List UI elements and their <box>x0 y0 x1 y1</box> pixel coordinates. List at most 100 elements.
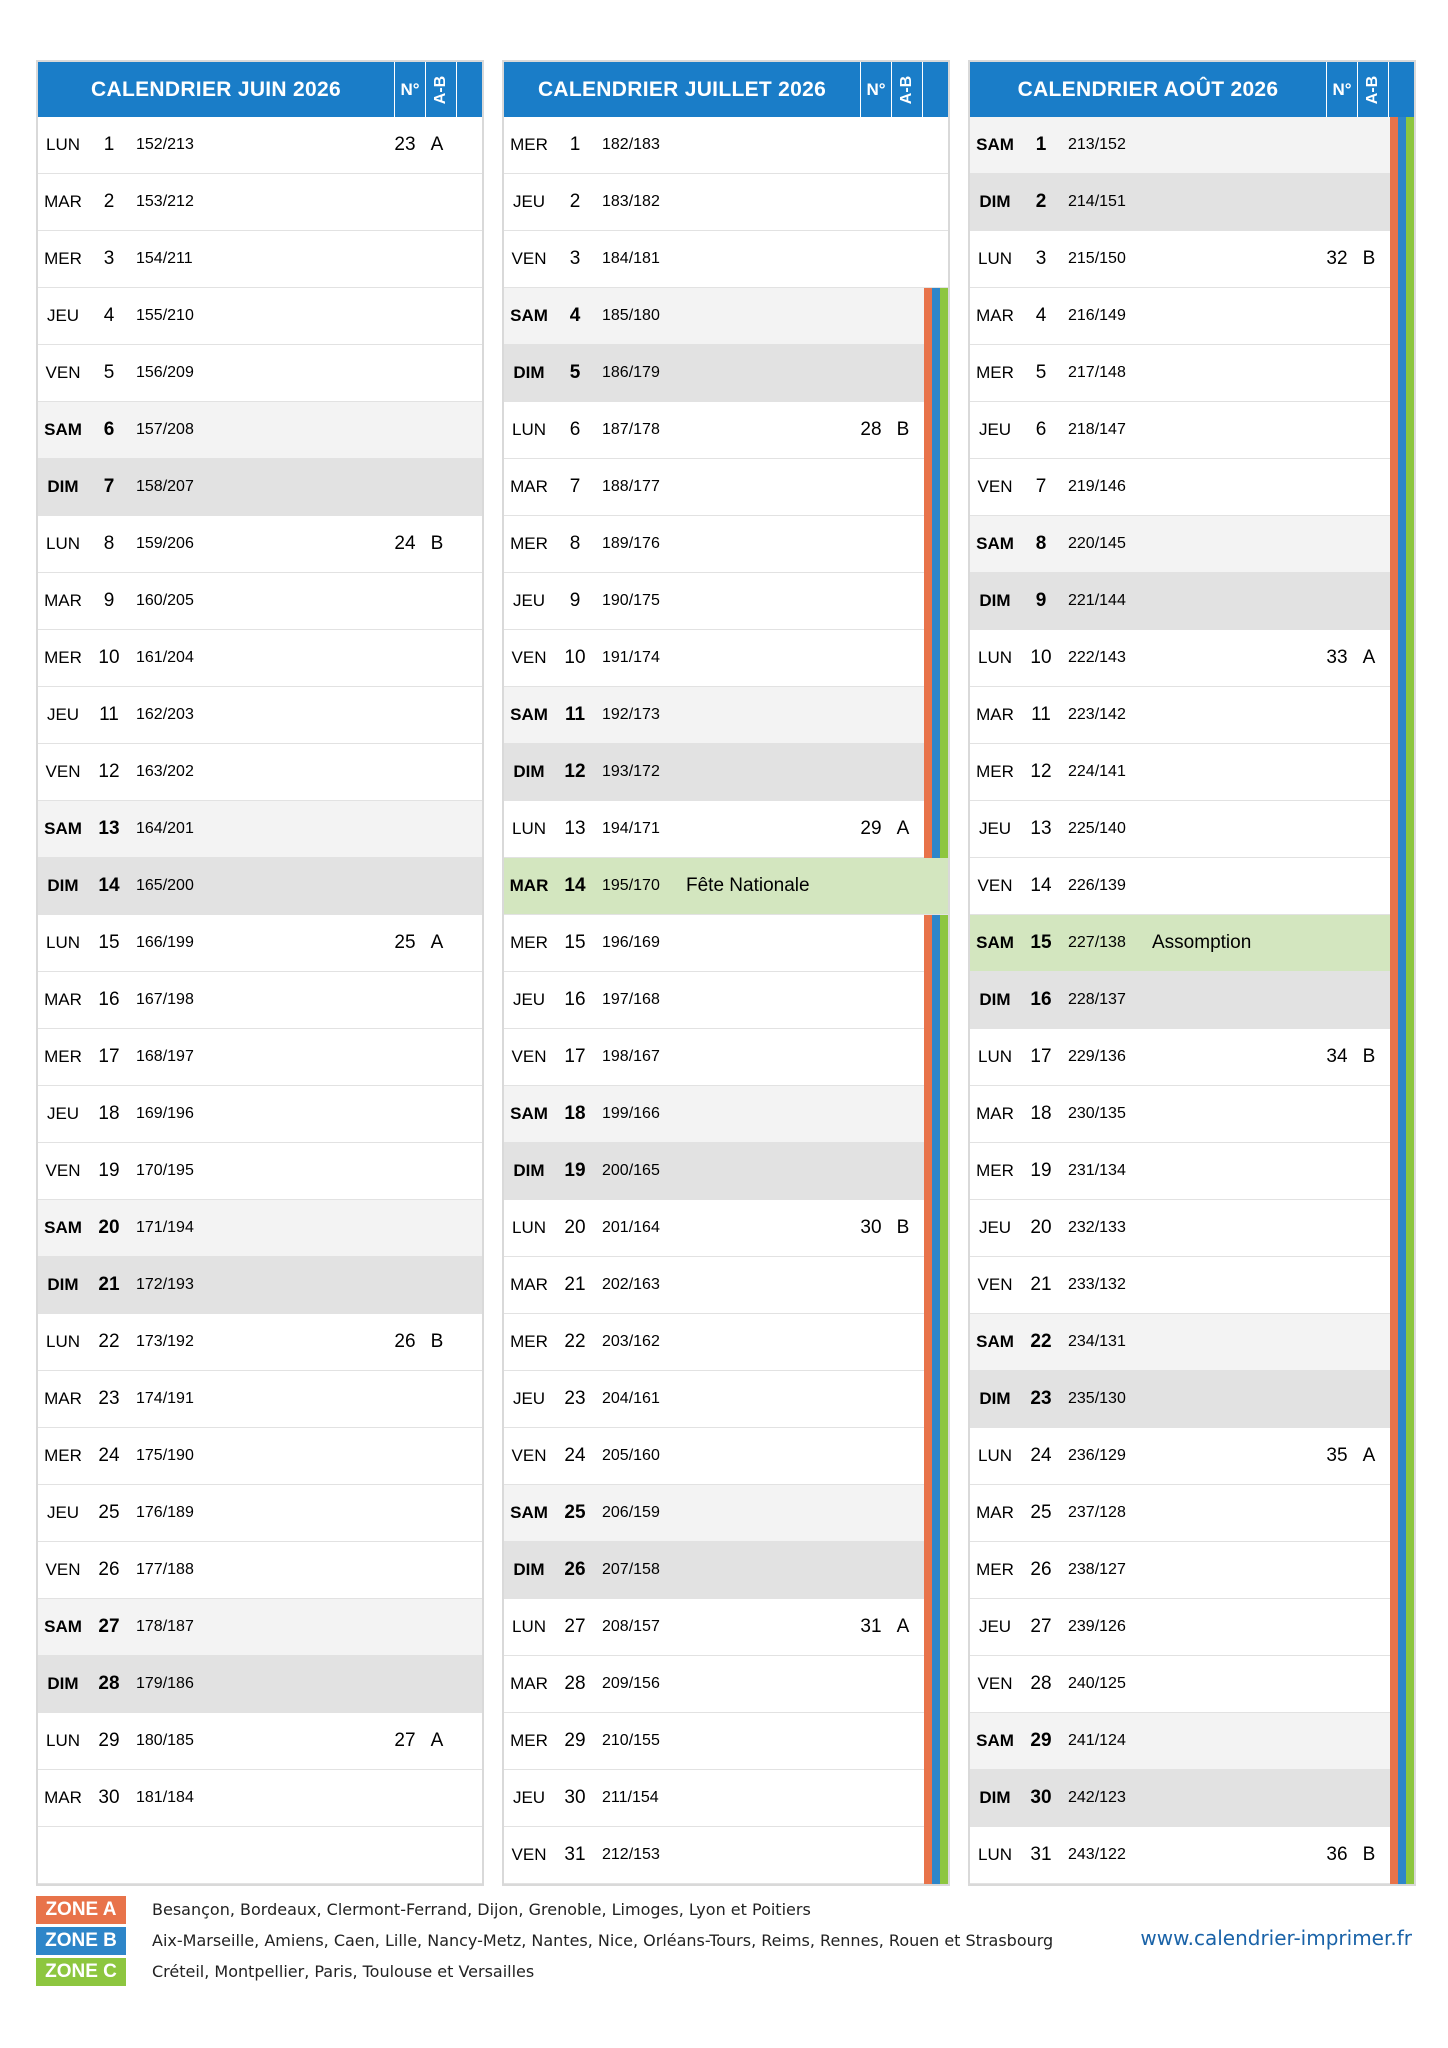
day-number: 18 <box>1030 1103 1052 1124</box>
zone-c-stripe <box>940 1542 948 1599</box>
day-number: 25 <box>1030 1502 1052 1523</box>
day-name: JEU <box>978 420 1012 439</box>
zone-c-stripe <box>940 1485 948 1542</box>
day-of-year: 183/182 <box>602 193 660 210</box>
school-holiday-stripes <box>924 1542 948 1599</box>
day-name: VEN <box>511 648 547 667</box>
day-number: 8 <box>1035 533 1047 554</box>
week-ab <box>422 801 452 857</box>
week-ab <box>422 687 452 743</box>
week-number <box>1320 915 1354 971</box>
week-number <box>1320 1086 1354 1142</box>
school-holiday-stripes <box>924 801 948 858</box>
day-row: JEU 2 183/182 <box>504 174 948 231</box>
month-title: CALENDRIER JUIN 2026 <box>91 77 341 101</box>
zone-c-stripe <box>940 744 948 801</box>
zone-b-stripe <box>932 1656 940 1713</box>
zone-a-stripe <box>1390 459 1398 516</box>
day-name: DIM <box>47 1674 79 1693</box>
day-number: 10 <box>98 647 120 668</box>
week-number <box>388 231 422 287</box>
zone-c-stripe <box>1406 1086 1414 1143</box>
zone-b-stripe <box>932 402 940 459</box>
zone-c-stripe <box>940 1371 948 1428</box>
website-link[interactable]: www.calendrier-imprimer.fr <box>1140 1926 1412 1950</box>
day-number: 4 <box>569 305 581 326</box>
day-name: SAM <box>44 420 82 439</box>
week-ab <box>1354 1371 1384 1427</box>
zone-c-stripe <box>940 573 948 630</box>
zone-c-stripe <box>1406 1200 1414 1257</box>
day-row: MAR 16 167/198 <box>38 972 482 1029</box>
day-of-year: 230/135 <box>1068 1105 1126 1122</box>
zone-a-stripe <box>924 1371 932 1428</box>
school-holiday-stripes <box>1390 858 1414 915</box>
zone-c-stripe <box>1406 1029 1414 1086</box>
day-number: 12 <box>1030 761 1052 782</box>
week-ab <box>888 1143 918 1199</box>
week-number: 23 <box>394 134 416 155</box>
day-row: VEN 24 205/160 <box>504 1428 948 1485</box>
week-ab: A <box>1362 647 1376 668</box>
day-row: SAM 29 241/124 <box>970 1713 1414 1770</box>
week-number <box>388 1656 422 1712</box>
day-name: LUN <box>977 1047 1012 1066</box>
day-number: 24 <box>98 1445 120 1466</box>
day-number: 9 <box>1035 590 1047 611</box>
day-number: 11 <box>99 704 119 725</box>
week-number <box>854 1029 888 1085</box>
day-row: LUN 20 201/164 30 B <box>504 1200 948 1257</box>
day-of-year: 243/122 <box>1068 1846 1126 1863</box>
day-row: VEN 26 177/188 <box>38 1542 482 1599</box>
day-number: 27 <box>564 1616 586 1637</box>
week-number <box>854 687 888 743</box>
zone-b-stripe <box>1398 1770 1406 1827</box>
zone-b-stripe <box>932 1485 940 1542</box>
day-name: JEU <box>978 1617 1012 1636</box>
day-row: VEN 12 163/202 <box>38 744 482 801</box>
zone-a-stripe <box>924 687 932 744</box>
week-ab <box>888 1029 918 1085</box>
week-ab <box>1354 1143 1384 1199</box>
zone-b-stripe <box>1398 630 1406 687</box>
zone-c-stripe <box>940 516 948 573</box>
zone-a-stripe <box>1390 744 1398 801</box>
week-number <box>854 1827 888 1883</box>
day-of-year: 160/205 <box>136 592 194 609</box>
week-number <box>1320 1143 1354 1199</box>
week-number <box>1320 1656 1354 1712</box>
week-ab <box>422 459 452 515</box>
month-july: CALENDRIER JUILLET 2026 N° A-B MER 1 182/1… <box>502 60 950 1886</box>
day-row: MAR 2 153/212 <box>38 174 482 231</box>
zone-c-stripe <box>1406 1713 1414 1770</box>
day-row: MER 8 189/176 <box>504 516 948 573</box>
day-row: JEU 4 155/210 <box>38 288 482 345</box>
school-holiday-stripes <box>924 1143 948 1200</box>
week-ab <box>1354 972 1384 1028</box>
week-number <box>388 1428 422 1484</box>
week-number: 27 <box>394 1730 416 1751</box>
week-ab <box>888 1371 918 1427</box>
day-number: 18 <box>98 1103 120 1124</box>
day-of-year: 233/132 <box>1068 1276 1126 1293</box>
day-name: MAR <box>976 1104 1014 1123</box>
school-holiday-stripes <box>1390 687 1414 744</box>
day-name: MER <box>976 1161 1014 1180</box>
day-of-year: 184/181 <box>602 250 660 267</box>
zone-c-stripe <box>940 1086 948 1143</box>
week-ab <box>888 1542 918 1598</box>
day-of-year: 219/146 <box>1068 478 1126 495</box>
week-ab-header: A-B <box>425 62 457 117</box>
week-number <box>388 573 422 629</box>
zone-b-stripe <box>1398 174 1406 231</box>
day-name: DIM <box>979 1788 1011 1807</box>
zone-b-stripe <box>1398 1086 1406 1143</box>
week-ab <box>888 516 918 572</box>
zone-c-stripe <box>1406 1371 1414 1428</box>
day-of-year: 190/175 <box>602 592 660 609</box>
day-number: 24 <box>564 1445 586 1466</box>
day-name: JEU <box>512 990 546 1009</box>
zone-c-stripe <box>940 1143 948 1200</box>
day-rows: LUN 1 152/213 23 A MAR 2 153/212 MER 3 154/211 JEU 4… <box>38 117 482 1884</box>
zone-c-stripe <box>940 1314 948 1371</box>
